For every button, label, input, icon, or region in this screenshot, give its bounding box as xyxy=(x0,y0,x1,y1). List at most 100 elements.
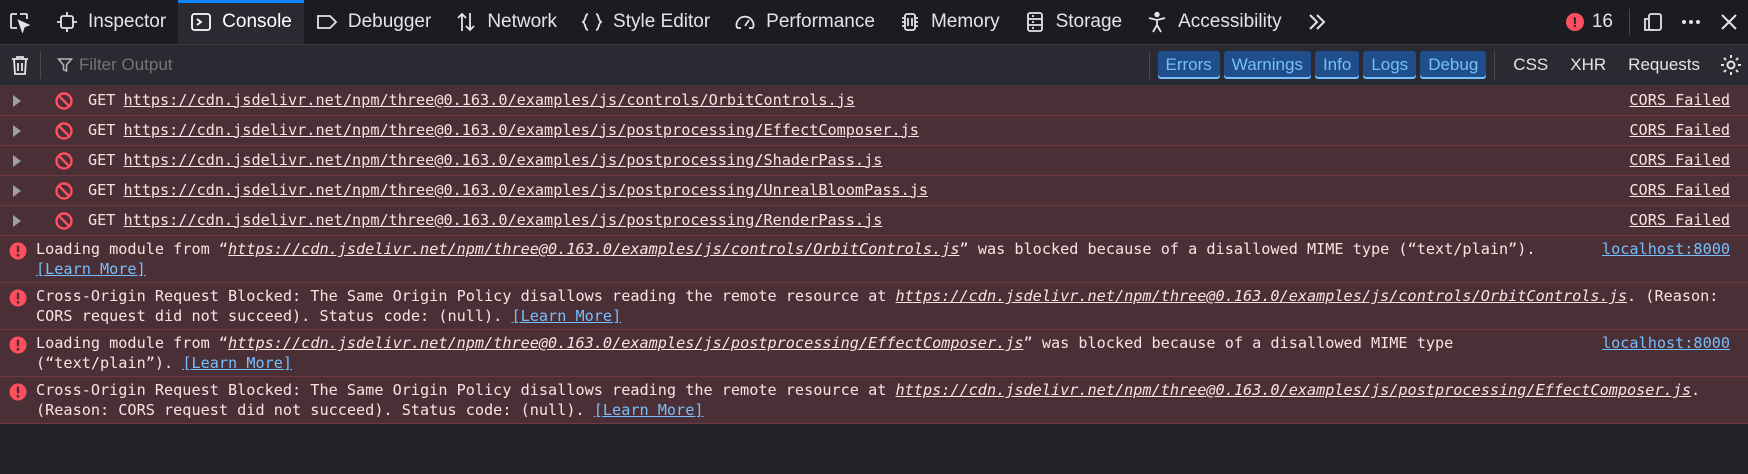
error-message: Loading module from “https://cdn.jsdeliv… xyxy=(0,330,1748,377)
request-url-link[interactable]: https://cdn.jsdelivr.net/npm/three@0.163… xyxy=(123,181,928,201)
error-text: Loading module from “https://cdn.jsdeliv… xyxy=(36,240,1730,279)
filter-requests-button[interactable]: Requests xyxy=(1628,55,1700,75)
tab-inspector[interactable]: Inspector xyxy=(44,0,178,44)
error-count: 16 xyxy=(1591,11,1613,32)
more-tools-button[interactable] xyxy=(1294,0,1340,44)
filter-debug-button[interactable]: Debug xyxy=(1420,51,1487,79)
trash-icon xyxy=(12,56,28,75)
tab-network[interactable]: Network xyxy=(443,0,569,44)
error-icon xyxy=(9,289,27,313)
tabbar-right-controls: ! 16 xyxy=(1554,0,1748,44)
error-text-pre: Cross-Origin Request Blocked: The Same O… xyxy=(36,287,896,305)
request-status-link[interactable]: CORS Failed xyxy=(1629,181,1730,201)
error-icon xyxy=(9,383,27,407)
filter-warnings-button[interactable]: Warnings xyxy=(1223,51,1311,79)
caret-right-icon xyxy=(13,154,21,167)
tab-storage[interactable]: Storage xyxy=(1012,0,1135,44)
error-text: Cross-Origin Request Blocked: The Same O… xyxy=(36,287,1730,326)
dock-side-icon xyxy=(1644,13,1662,31)
expand-toggle[interactable] xyxy=(0,124,34,138)
network-message[interactable]: GET https://cdn.jsdelivr.net/npm/three@0… xyxy=(0,206,1748,236)
ellipsis-icon xyxy=(1682,20,1700,24)
element-picker-button[interactable] xyxy=(0,0,44,44)
filter-errors-button[interactable]: Errors xyxy=(1157,51,1220,79)
inspector-icon xyxy=(57,12,77,32)
request-url-link[interactable]: https://cdn.jsdelivr.net/npm/three@0.163… xyxy=(123,151,882,171)
filter-box xyxy=(41,55,1149,75)
console-settings-button[interactable] xyxy=(1714,45,1748,85)
request-status-link[interactable]: CORS Failed xyxy=(1629,121,1730,141)
request-status-link[interactable]: CORS Failed xyxy=(1629,91,1730,111)
pick-element-icon xyxy=(10,13,30,33)
expand-toggle[interactable] xyxy=(0,184,34,198)
caret-right-icon xyxy=(13,94,21,107)
network-icon xyxy=(457,12,475,32)
caret-right-icon xyxy=(13,124,21,137)
blocked-icon xyxy=(54,211,78,231)
learn-more-link[interactable]: [Learn More] xyxy=(594,401,704,419)
learn-more-link[interactable]: [Learn More] xyxy=(511,307,621,325)
blocked-icon xyxy=(54,181,78,201)
dock-options-button[interactable] xyxy=(1634,0,1672,44)
resource-link[interactable]: https://cdn.jsdelivr.net/npm/three@0.163… xyxy=(228,240,960,258)
tab-label: Inspector xyxy=(88,11,167,32)
resource-link[interactable]: https://cdn.jsdelivr.net/npm/three@0.163… xyxy=(896,287,1628,305)
expand-toggle[interactable] xyxy=(0,94,34,108)
error-icon: ! xyxy=(1565,13,1584,31)
tab-label: Network xyxy=(487,11,558,32)
learn-more-link[interactable]: [Learn More] xyxy=(182,354,292,372)
source-location-link[interactable]: localhost:8000 xyxy=(1602,240,1730,260)
error-text-pre: Loading module from “ xyxy=(36,334,229,352)
filter-xhr-button[interactable]: XHR xyxy=(1570,55,1606,75)
request-method: GET xyxy=(88,150,116,169)
network-message[interactable]: GET https://cdn.jsdelivr.net/npm/three@0… xyxy=(0,116,1748,146)
tab-debugger[interactable]: Debugger xyxy=(304,0,443,44)
memory-icon xyxy=(901,13,918,31)
learn-more-link[interactable]: [Learn More] xyxy=(36,260,146,278)
network-message[interactable]: GET https://cdn.jsdelivr.net/npm/three@0… xyxy=(0,146,1748,176)
request-url-link[interactable]: https://cdn.jsdelivr.net/npm/three@0.163… xyxy=(123,211,882,231)
tab-console[interactable]: Console xyxy=(178,0,304,44)
console-icon xyxy=(191,13,212,31)
error-count-button[interactable]: ! 16 xyxy=(1554,11,1625,33)
tab-accessibility[interactable]: Accessibility xyxy=(1134,0,1293,44)
filter-output-input[interactable] xyxy=(79,55,379,75)
blocked-icon xyxy=(54,91,78,111)
filter-info-button[interactable]: Info xyxy=(1314,51,1360,79)
request-method: GET xyxy=(88,180,116,199)
error-text-post: ” was blocked because of a disallowed MI… xyxy=(959,240,1536,258)
close-devtools-button[interactable] xyxy=(1710,0,1748,44)
accessibility-icon xyxy=(1148,11,1166,33)
tab-performance[interactable]: Performance xyxy=(722,0,887,44)
resource-link[interactable]: https://cdn.jsdelivr.net/npm/three@0.163… xyxy=(896,381,1692,399)
tab-style-editor[interactable]: Style Editor xyxy=(569,0,722,44)
filter-logs-button[interactable]: Logs xyxy=(1363,51,1417,79)
more-options-button[interactable] xyxy=(1672,0,1710,44)
error-text-pre: Cross-Origin Request Blocked: The Same O… xyxy=(36,381,896,399)
tab-memory[interactable]: Memory xyxy=(887,0,1012,44)
divider xyxy=(1629,9,1630,35)
network-message[interactable]: GET https://cdn.jsdelivr.net/npm/three@0… xyxy=(0,86,1748,116)
debugger-icon xyxy=(316,15,338,29)
filter-css-button[interactable]: CSS xyxy=(1513,55,1548,75)
tab-label: Performance xyxy=(766,11,875,32)
error-text-pre: Loading module from “ xyxy=(36,240,229,258)
request-method: GET xyxy=(88,120,116,139)
source-location-link[interactable]: localhost:8000 xyxy=(1602,334,1730,354)
expand-toggle[interactable] xyxy=(0,154,34,168)
tab-label: Style Editor xyxy=(613,11,711,32)
clear-console-button[interactable] xyxy=(0,45,40,85)
resource-link[interactable]: https://cdn.jsdelivr.net/npm/three@0.163… xyxy=(228,334,1024,352)
request-url-link[interactable]: https://cdn.jsdelivr.net/npm/three@0.163… xyxy=(123,121,919,141)
tab-label: Storage xyxy=(1055,11,1123,32)
filter-icon xyxy=(57,58,73,73)
request-url-link[interactable]: https://cdn.jsdelivr.net/npm/three@0.163… xyxy=(123,91,855,111)
error-icon xyxy=(9,242,27,266)
request-status-link[interactable]: CORS Failed xyxy=(1629,211,1730,231)
request-status-link[interactable]: CORS Failed xyxy=(1629,151,1730,171)
expand-toggle[interactable] xyxy=(0,214,34,228)
tab-label: Debugger xyxy=(347,11,432,32)
network-message[interactable]: GET https://cdn.jsdelivr.net/npm/three@0… xyxy=(0,176,1748,206)
error-message: Cross-Origin Request Blocked: The Same O… xyxy=(0,377,1748,424)
style-editor-icon xyxy=(581,13,603,31)
